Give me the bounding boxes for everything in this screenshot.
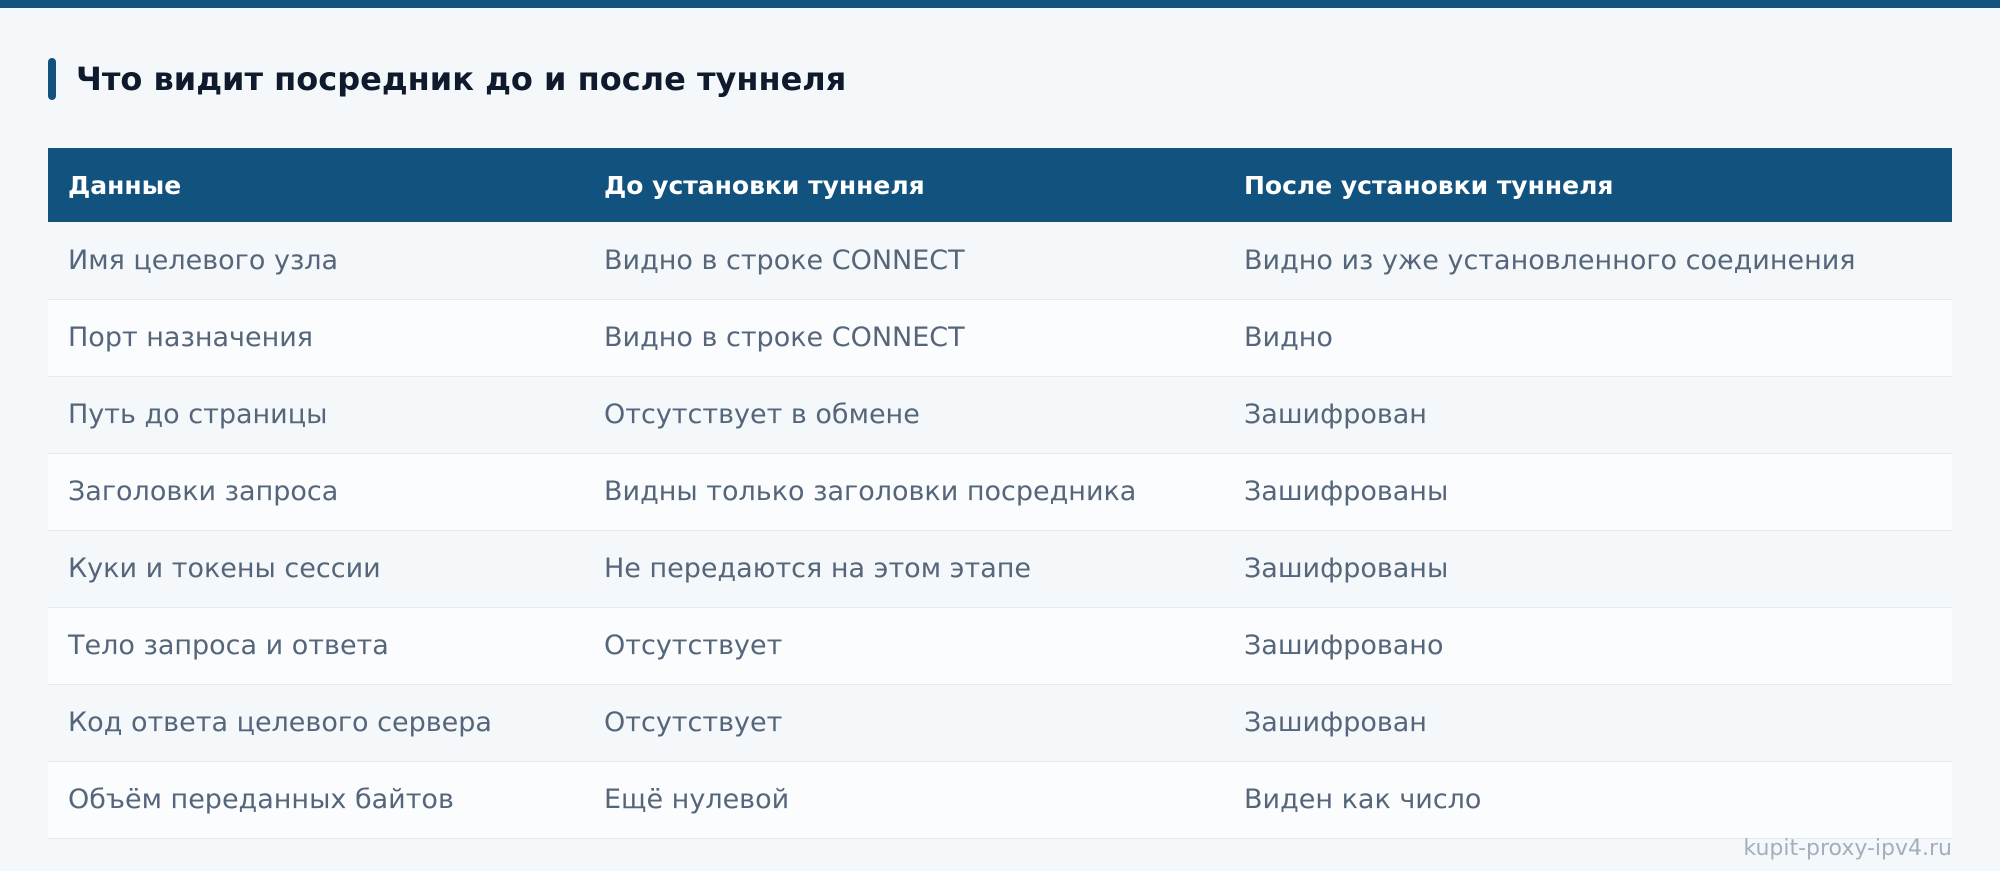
column-header-data: Данные [48,148,584,222]
cell-data: Порт назначения [48,299,584,377]
cell-after: Зашифрованы [1224,530,1952,608]
section-heading: Что видит посредник до и после туннеля [48,58,846,100]
cell-before: Видно в строке CONNECT [584,222,1224,300]
cell-after: Виден как число [1224,761,1952,839]
table-row: Тело запроса и ответа Отсутствует Зашифр… [48,607,1952,685]
cell-data: Объём переданных байтов [48,761,584,839]
cell-after: Зашифрован [1224,684,1952,762]
cell-data: Путь до страницы [48,376,584,454]
cell-before: Отсутствует [584,684,1224,762]
table-row: Имя целевого узла Видно в строке CONNECT… [48,222,1952,300]
table-row: Заголовки запроса Видны только заголовки… [48,453,1952,531]
cell-after: Видно [1224,299,1952,377]
comparison-table: Данные До установки туннеля После устано… [48,148,1952,839]
table-header: Данные До установки туннеля После устано… [48,148,1952,222]
heading-accent-bar [48,58,56,100]
cell-before: Видно в строке CONNECT [584,299,1224,377]
cell-before: Видны только заголовки посредника [584,453,1224,531]
cell-data: Код ответа целевого сервера [48,684,584,762]
cell-after: Зашифрованы [1224,453,1952,531]
column-header-after: После установки туннеля [1224,148,1952,222]
table-body: Имя целевого узла Видно в строке CONNECT… [48,222,1952,839]
cell-data: Куки и токены сессии [48,530,584,608]
column-header-before: До установки туннеля [584,148,1224,222]
table-header-row: Данные До установки туннеля После устано… [48,148,1952,222]
cell-before: Отсутствует в обмене [584,376,1224,454]
cell-before: Не передаются на этом этапе [584,530,1224,608]
page: Что видит посредник до и после туннеля Д… [0,0,2000,871]
cell-after: Видно из уже установленного соединения [1224,222,1952,300]
table-row: Путь до страницы Отсутствует в обмене За… [48,376,1952,454]
cell-data: Имя целевого узла [48,222,584,300]
cell-data: Тело запроса и ответа [48,607,584,685]
cell-data: Заголовки запроса [48,453,584,531]
site-watermark: kupit-proxy-ipv4.ru [1743,836,1952,861]
table-row: Код ответа целевого сервера Отсутствует … [48,684,1952,762]
table-row: Куки и токены сессии Не передаются на эт… [48,530,1952,608]
table-row: Порт назначения Видно в строке CONNECT В… [48,299,1952,377]
top-accent-bar [0,0,2000,8]
cell-after: Зашифрован [1224,376,1952,454]
cell-after: Зашифровано [1224,607,1952,685]
cell-before: Отсутствует [584,607,1224,685]
section-title: Что видит посредник до и после туннеля [76,60,847,98]
table-row: Объём переданных байтов Ещё нулевой Виде… [48,761,1952,839]
cell-before: Ещё нулевой [584,761,1224,839]
